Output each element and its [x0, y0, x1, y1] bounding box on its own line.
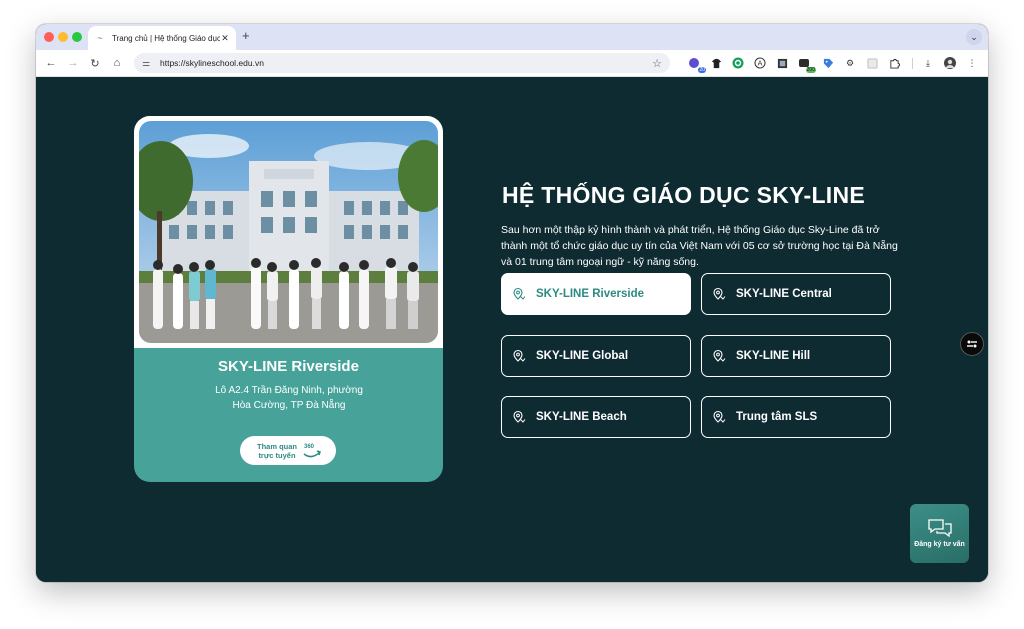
grid-icon[interactable] [776, 57, 788, 69]
tab-active[interactable]: ~ Trang chủ | Hệ thống Giáo dục ✕ [88, 26, 236, 50]
new-tab-button[interactable]: + [242, 29, 250, 43]
a-circle-icon[interactable]: A [754, 57, 766, 69]
campus-button-beach[interactable]: SKY-LINE Beach [501, 396, 691, 438]
campus-card: SKY-LINE Riverside Lô A2.4 Trần Đăng Nin… [134, 116, 443, 482]
shirt-icon[interactable] [710, 57, 722, 69]
location-pin-icon [512, 410, 526, 424]
browser-menu-icon[interactable]: ⋮ [966, 57, 978, 69]
site-favicon-icon: ~ [97, 33, 103, 43]
campus-button-label: Trung tâm SLS [736, 411, 818, 423]
campus-photo-frame [134, 116, 443, 348]
tab-close-icon[interactable]: ✕ [220, 33, 230, 44]
home-button[interactable]: ⌂ [110, 56, 124, 70]
page-title: HỆ THỐNG GIÁO DỤC SKY-LINE [502, 182, 866, 208]
campus-button-riverside[interactable]: SKY-LINE Riverside [501, 273, 691, 315]
consult-label: Đăng ký tư vấn [914, 541, 965, 548]
location-pin-icon [512, 287, 526, 301]
close-window-button[interactable] [44, 32, 54, 42]
square-icon[interactable] [866, 57, 878, 69]
tab-strip: ~ Trang chủ | Hệ thống Giáo dục ✕ + ⌄ [36, 24, 988, 50]
forward-button[interactable]: → [66, 56, 80, 70]
tag-icon[interactable] [822, 57, 834, 69]
profile-avatar[interactable] [944, 57, 956, 69]
floating-toggle-icon[interactable] [960, 332, 984, 356]
toolbar-divider [912, 58, 913, 69]
campus-button-label: SKY-LINE Central [736, 288, 832, 300]
location-pin-icon [712, 287, 726, 301]
bookmark-star-icon[interactable]: ☆ [652, 57, 662, 70]
campus-button-sls[interactable]: Trung tâm SLS [701, 396, 891, 438]
tab-title: Trang chủ | Hệ thống Giáo dục [112, 33, 220, 43]
browser-toolbar: ← → ↻ ⌂ ⚌ https://skylineschool.edu.vn ☆… [36, 50, 988, 77]
address-bar[interactable]: ⚌ https://skylineschool.edu.vn ☆ [134, 53, 670, 73]
back-button[interactable]: ← [44, 56, 58, 70]
consult-register-button[interactable]: Đăng ký tư vấn [910, 504, 969, 563]
location-pin-icon [712, 349, 726, 363]
campus-card-address: Lô A2.4 Trần Đăng Ninh, phường Hòa Cường… [215, 385, 363, 411]
url-text[interactable]: https://skylineschool.edu.vn [160, 58, 652, 68]
grammarly-icon[interactable] [732, 57, 744, 69]
tour-360-icon: 360 [302, 442, 322, 460]
minimize-window-button[interactable] [58, 32, 68, 42]
page-content: SKY-LINE Riverside Lô A2.4 Trần Đăng Nin… [36, 78, 988, 582]
download-icon[interactable]: ⤓ [922, 57, 934, 69]
extension-icon-2[interactable]: 200 [798, 57, 816, 73]
campus-card-title: SKY-LINE Riverside [218, 358, 359, 375]
browser-window: ~ Trang chủ | Hệ thống Giáo dục ✕ + ⌄ ← … [36, 24, 988, 582]
site-info-icon[interactable]: ⚌ [142, 58, 154, 69]
gear-icon[interactable]: ⚙ [844, 57, 856, 69]
campus-photo [139, 121, 438, 343]
campus-button-label: SKY-LINE Global [536, 350, 629, 362]
location-pin-icon [512, 349, 526, 363]
svg-text:A: A [758, 60, 763, 68]
campus-button-label: SKY-LINE Riverside [536, 288, 645, 300]
campus-button-central[interactable]: SKY-LINE Central [701, 273, 891, 315]
location-pin-icon [712, 410, 726, 424]
extension-icon-1[interactable]: 20 [688, 57, 706, 73]
virtual-tour-button[interactable]: Tham quan trực tuyến 360 [240, 436, 336, 465]
campus-button-label: SKY-LINE Beach [536, 411, 627, 423]
campus-button-global[interactable]: SKY-LINE Global [501, 335, 691, 377]
chat-bubbles-icon [927, 519, 952, 538]
tab-search-button[interactable]: ⌄ [966, 29, 982, 45]
campus-button-hill[interactable]: SKY-LINE Hill [701, 335, 891, 377]
campus-button-label: SKY-LINE Hill [736, 350, 811, 362]
puzzle-icon[interactable] [888, 57, 900, 69]
maximize-window-button[interactable] [72, 32, 82, 42]
reload-button[interactable]: ↻ [88, 56, 102, 70]
virtual-tour-label: Tham quan trực tuyến [256, 441, 297, 460]
intro-paragraph: Sau hơn một thập kỷ hình thành và phát t… [501, 224, 898, 268]
